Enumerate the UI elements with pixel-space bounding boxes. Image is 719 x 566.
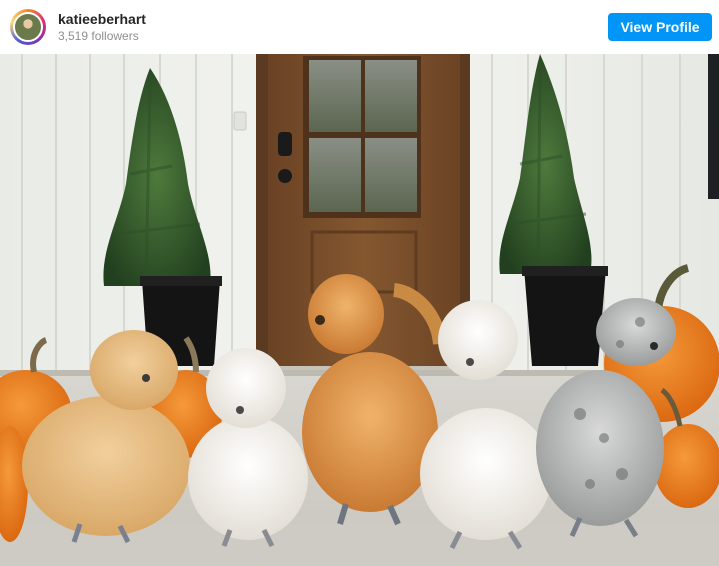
black-planter [522, 266, 608, 366]
profile-avatar[interactable] [10, 9, 46, 45]
post-header: katieeberhart 3,519 followers View Profi… [0, 0, 719, 54]
profile-username[interactable]: katieeberhart [58, 11, 146, 27]
post-photo[interactable] [0, 54, 719, 566]
instagram-post-card: katieeberhart 3,519 followers View Profi… [0, 0, 719, 566]
avatar-image [13, 12, 43, 42]
view-profile-button[interactable]: View Profile [608, 13, 712, 41]
follower-count: 3,519 followers [58, 29, 139, 43]
silkie-chicken [302, 274, 447, 526]
